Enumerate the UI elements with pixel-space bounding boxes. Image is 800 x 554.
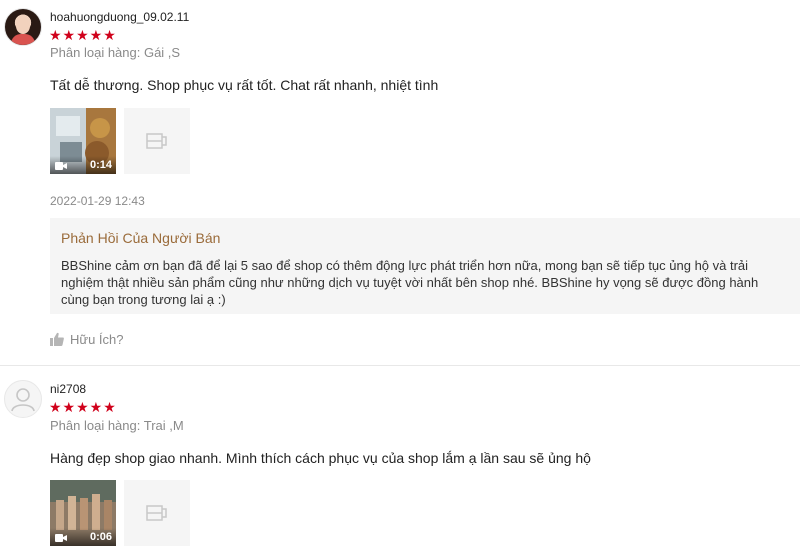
image-placeholder[interactable]	[124, 108, 190, 174]
image-placeholder-icon	[146, 505, 167, 521]
video-duration: 0:14	[89, 159, 112, 171]
reviewer-username[interactable]: ni2708	[50, 382, 86, 396]
reviewer-username[interactable]: hoahuongduong_09.02.11	[50, 10, 189, 24]
review-item: hoahuongduong_09.02.11 ★★★★★ Phân loại h…	[0, 0, 800, 366]
user-avatar[interactable]	[4, 8, 42, 46]
seller-reply-text: BBShine cảm ơn bạn đã để lại 5 sao để sh…	[61, 258, 759, 307]
review-video-thumbnail[interactable]: 0:06	[50, 480, 116, 546]
rating-stars: ★★★★★	[49, 27, 117, 43]
thumbs-up-icon	[50, 332, 64, 346]
video-camera-icon	[55, 534, 67, 542]
helpful-label: Hữu Ích?	[70, 332, 124, 347]
review-text: Tất dễ thương. Shop phục vụ rất tốt. Cha…	[50, 77, 439, 93]
seller-reply: Phản Hồi Của Người Bán BBShine cảm ơn bạ…	[50, 218, 800, 314]
video-duration: 0:06	[89, 531, 112, 543]
review-timestamp: 2022-01-29 12:43	[50, 194, 145, 208]
default-user-icon	[11, 388, 35, 412]
image-placeholder-icon	[146, 133, 167, 149]
review-text: Hàng đẹp shop giao nhanh. Mình thích các…	[50, 450, 591, 466]
helpful-button[interactable]: Hữu Ích?	[50, 332, 124, 347]
review-item: ni2708 ★★★★★ Phân loại hàng: Trai ,M Hàn…	[0, 366, 800, 554]
user-avatar[interactable]	[4, 380, 42, 418]
video-camera-icon	[55, 162, 67, 170]
image-placeholder[interactable]	[124, 480, 190, 546]
rating-stars: ★★★★★	[49, 399, 117, 415]
product-variation: Phân loại hàng: Gái ,S	[50, 45, 181, 60]
review-video-thumbnail[interactable]: 0:14	[50, 108, 116, 174]
seller-reply-title: Phản Hồi Của Người Bán	[61, 230, 221, 246]
product-variation: Phân loại hàng: Trai ,M	[50, 418, 184, 433]
